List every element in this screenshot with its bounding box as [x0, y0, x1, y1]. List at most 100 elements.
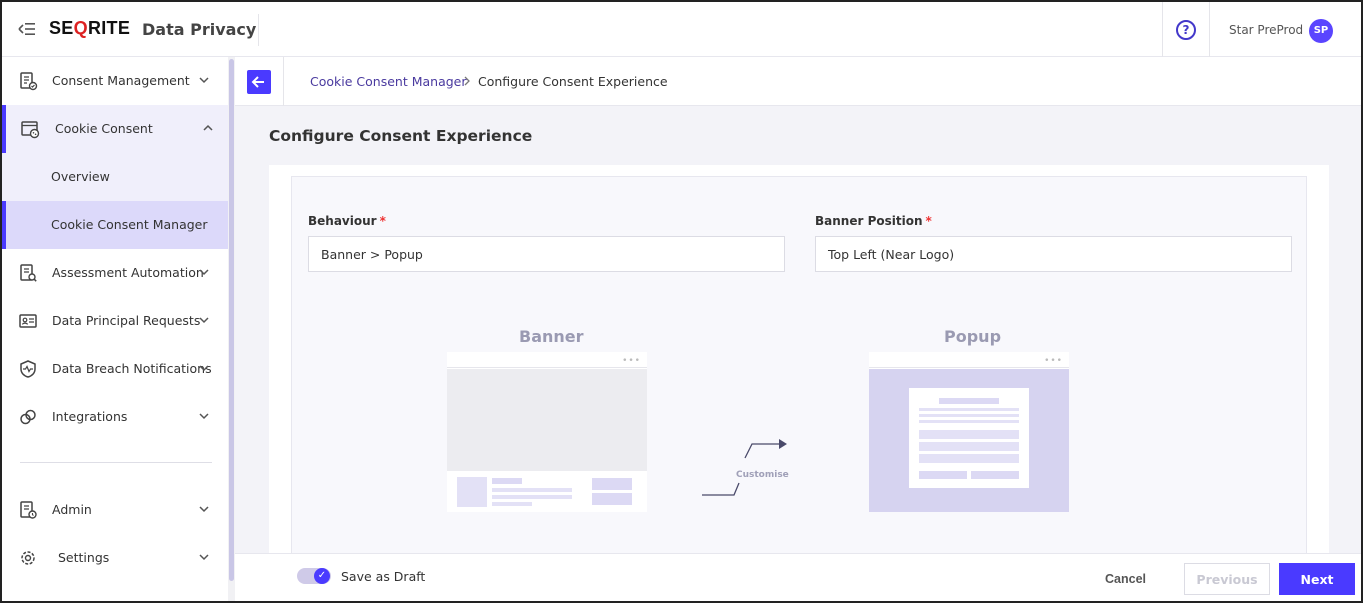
- sidebar-item-data-breach-notifications[interactable]: Data Breach Notifications: [2, 345, 228, 393]
- popup-text-placeholder: [919, 414, 1019, 417]
- sidebar-scrollbar[interactable]: [228, 57, 235, 601]
- footer-bar: ✓ Save as Draft Cancel Previous Next: [235, 553, 1361, 601]
- customise-label: Customise: [736, 470, 789, 480]
- popup-preview-title: Popup: [944, 327, 1002, 346]
- sidebar: Consent Management Cookie Consent Overvi…: [2, 57, 228, 601]
- consent-icon: [20, 72, 38, 91]
- chevron-down-icon: [199, 77, 209, 84]
- banner-button-placeholder: [592, 493, 632, 505]
- sidebar-item-consent-management[interactable]: Consent Management: [2, 57, 228, 105]
- sidebar-item-assessment-automation[interactable]: Assessment Automation: [2, 249, 228, 297]
- banner-button-placeholder: [592, 478, 632, 490]
- breadcrumb-current: Configure Consent Experience: [478, 74, 668, 89]
- behaviour-select[interactable]: Banner > Popup: [308, 236, 785, 272]
- sidebar-item-label: Settings: [58, 550, 110, 565]
- sidebar-item-cookie-consent[interactable]: Cookie Consent: [2, 105, 228, 153]
- popup-button-placeholder: [971, 471, 1019, 479]
- admin-icon: [20, 501, 37, 519]
- sidebar-subitem-cookie-consent-manager[interactable]: Cookie Consent Manager: [2, 201, 228, 249]
- gear-icon: [21, 551, 35, 565]
- cancel-button[interactable]: Cancel: [1105, 572, 1146, 586]
- banner-preview-title: Banner: [519, 327, 584, 346]
- browser-bar: •••: [869, 352, 1069, 368]
- banner-text-placeholder: [492, 502, 532, 506]
- popup-button-placeholder: [919, 471, 967, 479]
- chevron-down-icon: [199, 317, 209, 324]
- banner-logo-placeholder: [457, 477, 487, 507]
- banner-preview: •••: [447, 352, 647, 512]
- avatar[interactable]: SP: [1309, 19, 1333, 43]
- sidebar-item-label: Data Principal Requests: [52, 313, 201, 328]
- behaviour-label: Behaviour *: [308, 214, 386, 228]
- cookie-browser-icon: [21, 121, 40, 139]
- popup-text-placeholder: [919, 408, 1019, 411]
- banner-position-label: Banner Position *: [815, 214, 932, 228]
- chevron-down-icon: [199, 554, 209, 561]
- sidebar-item-label: Consent Management: [52, 73, 190, 88]
- check-icon: ✓: [314, 568, 330, 584]
- popup-option-placeholder: [919, 430, 1019, 439]
- seqrite-logo: SEQRITE: [49, 18, 131, 38]
- sidebar-divider: [20, 462, 212, 463]
- chevron-down-icon: [199, 365, 209, 372]
- sidebar-item-label: Integrations: [52, 409, 128, 424]
- more-dots-icon: •••: [622, 356, 641, 366]
- assessment-icon: [20, 264, 37, 282]
- sidebar-item-label: Cookie Consent Manager: [51, 217, 208, 232]
- page-area-placeholder: [447, 369, 647, 471]
- previous-button[interactable]: Previous: [1184, 563, 1270, 595]
- sidebar-item-label: Admin: [52, 502, 92, 517]
- banner-text-placeholder: [492, 478, 522, 484]
- breadcrumb-link-cookie-consent-manager[interactable]: Cookie Consent Manager: [310, 74, 467, 89]
- help-button[interactable]: ?: [1162, 2, 1210, 57]
- banner-text-placeholder: [492, 495, 572, 499]
- sidebar-item-data-principal-requests[interactable]: Data Principal Requests: [2, 297, 228, 345]
- sidebar-item-settings[interactable]: Settings: [2, 534, 228, 582]
- sidebar-scroll-thumb[interactable]: [229, 59, 234, 581]
- sidebar-item-label: Data Breach Notifications: [52, 361, 212, 376]
- app-title: Data Privacy: [142, 20, 257, 39]
- more-dots-icon: •••: [1044, 356, 1063, 366]
- app-window: SEQRITE Data Privacy ? Star PreProd SP C…: [0, 0, 1363, 603]
- sidebar-item-integrations[interactable]: Integrations: [2, 393, 228, 441]
- sidebar-item-admin[interactable]: Admin: [2, 486, 228, 534]
- sidebar-item-label: Overview: [51, 169, 110, 184]
- chevron-down-icon: [199, 506, 209, 513]
- chevron-down-icon: [199, 269, 209, 276]
- save-as-draft-toggle[interactable]: ✓: [297, 568, 331, 584]
- id-card-icon: [19, 314, 37, 328]
- collapse-menu-icon[interactable]: [18, 21, 36, 37]
- shield-icon: [20, 360, 36, 378]
- popup-dialog-placeholder: [909, 388, 1029, 488]
- user-name[interactable]: Star PreProd: [1229, 23, 1303, 37]
- link-icon: [20, 409, 36, 425]
- banner-text-placeholder: [492, 488, 572, 492]
- chevron-up-icon: [203, 124, 213, 131]
- config-panel: Behaviour * Banner > Popup Banner Positio…: [291, 176, 1307, 556]
- next-button[interactable]: Next: [1279, 563, 1355, 595]
- arrow-left-icon: [251, 76, 264, 88]
- breadcrumb: Cookie Consent Manager Configure Consent…: [235, 57, 1361, 106]
- back-button[interactable]: [247, 70, 271, 94]
- popup-option-placeholder: [919, 454, 1019, 463]
- page-title: Configure Consent Experience: [269, 127, 533, 145]
- config-card: Behaviour * Banner > Popup Banner Positio…: [269, 165, 1329, 601]
- popup-preview: •••: [869, 352, 1069, 512]
- chevron-right-icon: [464, 76, 470, 86]
- main-content: Cookie Consent Manager Configure Consent…: [235, 57, 1361, 601]
- help-icon[interactable]: ?: [1176, 20, 1196, 40]
- browser-bar: •••: [447, 352, 647, 368]
- banner-position-select[interactable]: Top Left (Near Logo): [815, 236, 1292, 272]
- popup-text-placeholder: [919, 420, 1019, 423]
- top-header: SEQRITE Data Privacy ? Star PreProd SP: [2, 2, 1361, 57]
- popup-text-placeholder: [939, 398, 999, 404]
- save-as-draft-label: Save as Draft: [341, 569, 426, 584]
- sidebar-subitem-overview[interactable]: Overview: [2, 153, 228, 201]
- customise-arrow-icon: [702, 439, 787, 496]
- sidebar-item-label: Assessment Automation: [52, 265, 204, 280]
- header-divider: [258, 14, 259, 46]
- breadcrumb-divider: [283, 57, 284, 106]
- sidebar-item-label: Cookie Consent: [55, 121, 153, 136]
- popup-option-placeholder: [919, 442, 1019, 451]
- chevron-down-icon: [199, 413, 209, 420]
